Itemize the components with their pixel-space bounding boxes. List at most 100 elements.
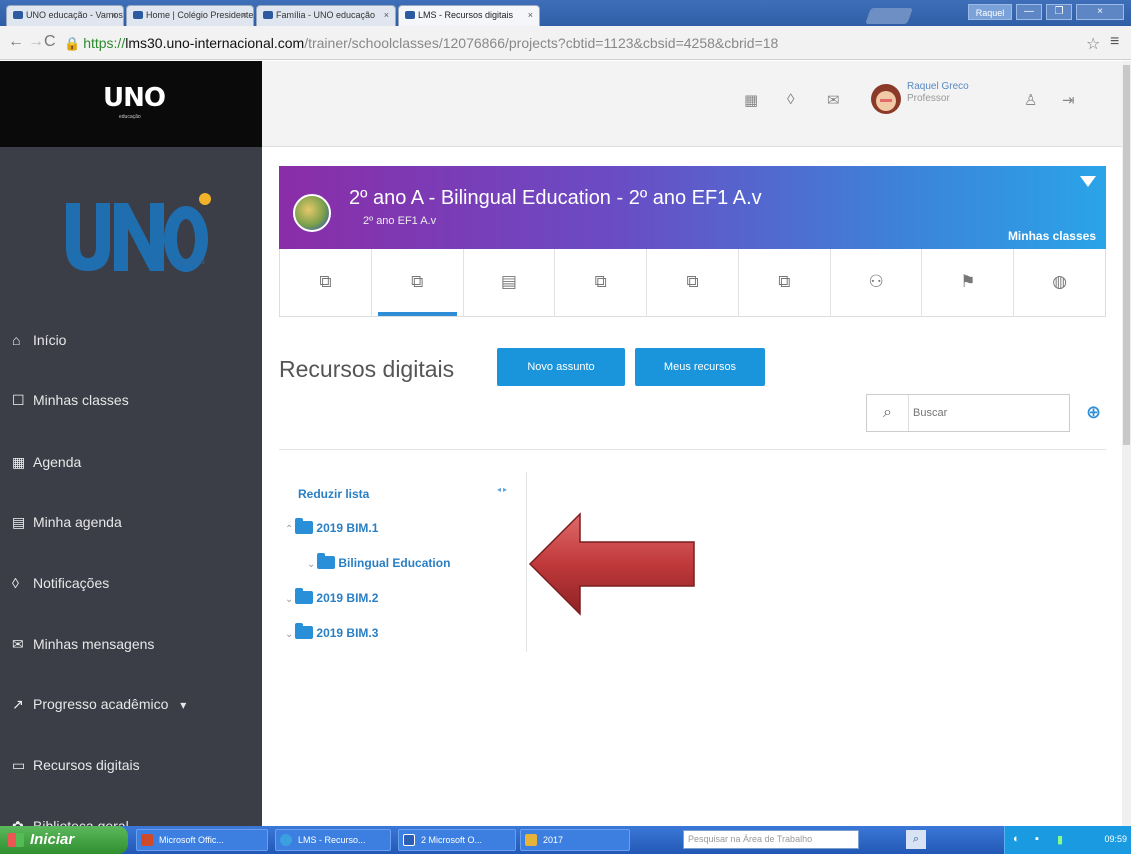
class-subtitle: 2º ano EF1 A.v [363, 215, 437, 227]
novo-assunto-button[interactable]: Novo assunto [497, 348, 625, 386]
system-tray: ◐ ▪ ▮ 09:59 [1004, 826, 1131, 854]
document-icon: ▤ [500, 272, 517, 291]
tab-close-icon[interactable]: × [384, 10, 389, 20]
tree-item-bilingual-education[interactable]: ⌄ Bilingual Education [307, 553, 451, 570]
uno-logo-subtext: educação [119, 114, 141, 120]
sidebar-item-biblioteca-geral[interactable]: ✿ Biblioteca geral [0, 796, 262, 826]
tab-chat-bubbles-alt[interactable]: ⧉ [372, 249, 464, 316]
start-button[interactable]: Iniciar [0, 826, 128, 854]
browser-tab[interactable]: Família - UNO educação × [256, 5, 396, 26]
browser-tab[interactable]: Home | Colégio Presidente × [126, 5, 254, 26]
sidebar-item-label: Minha agenda [33, 514, 122, 530]
tab-close-icon[interactable]: × [242, 10, 247, 20]
minimize-button[interactable]: — [1016, 4, 1042, 20]
clock[interactable]: 09:59 [1104, 834, 1127, 844]
desktop-search-input[interactable]: Pesquisar na Área de Trabalho [683, 830, 859, 849]
sidebar-item-minhas-mensagens[interactable]: ✉ Minhas mensagens [0, 614, 262, 674]
tree-item-2019-bim1[interactable]: ⌃ 2019 BIM.1 [285, 518, 378, 535]
browser-tab[interactable]: UNO educação - Vamos jun × [6, 5, 124, 26]
taskbar-button-lms[interactable]: LMS - Recurso... [275, 829, 391, 851]
caret-down-icon[interactable] [1080, 176, 1096, 187]
sidebar-item-notificacoes[interactable]: ◊ Notificações [0, 553, 262, 613]
presentation-icon: ⚑ [960, 272, 976, 291]
resource-tree: Reduzir lista ◂▸ ⌃ 2019 BIM.1 ⌄ Bilingual … [279, 472, 527, 652]
bell-icon: ◊ [12, 575, 19, 591]
address-bar: ← → C 🔒 https://lms30.uno-internacional.c… [0, 26, 1131, 60]
taskbar-button-word[interactable]: 2 Microsoft O... [398, 829, 516, 851]
browser-tab-label: UNO educação - Vamos jun [26, 10, 123, 20]
reload-icon[interactable]: C [44, 34, 56, 50]
reduzir-lista-link[interactable]: Reduzir lista [298, 487, 369, 501]
minhas-classes-link[interactable]: Minhas classes [1008, 229, 1096, 243]
bell-icon[interactable]: ◊ [787, 91, 794, 108]
tree-item-2019-bim3[interactable]: ⌄ 2019 BIM.3 [285, 623, 378, 640]
tree-item-label: Bilingual Education [338, 556, 451, 570]
meus-recursos-button[interactable]: Meus recursos [635, 348, 765, 386]
folder-icon [295, 518, 314, 534]
language-icon[interactable]: ◐ [1013, 833, 1020, 845]
user-name[interactable]: Raquel Greco [907, 81, 969, 92]
back-arrow-icon[interactable]: ← [8, 34, 24, 50]
caret-down-icon[interactable]: ⌄ [285, 594, 293, 605]
uno-logo[interactable]: UNO educação [0, 61, 262, 147]
taskbar-button-folder[interactable]: 2017 [520, 829, 630, 851]
caret-down-icon[interactable]: ⌄ [285, 629, 293, 640]
tab-chat-bubbles[interactable]: ⧉ [280, 249, 372, 316]
trend-icon: ↗ [12, 696, 24, 712]
browser-tab-label: LMS - Recursos digitais [418, 10, 514, 20]
calendar-icon[interactable]: ▦ [744, 91, 758, 109]
tab-presentation[interactable]: ⚑ [922, 249, 1015, 316]
close-window-button[interactable]: × [1076, 4, 1124, 20]
sidebar-item-progresso-academico[interactable]: ↗ Progresso acadêmico ▾ [0, 674, 262, 734]
browser-tab-active[interactable]: LMS - Recursos digitais × [398, 5, 540, 26]
tab-globe[interactable]: ◍ [1014, 249, 1105, 316]
globe-icon: ◍ [1052, 272, 1068, 291]
sitemap-icon[interactable]: ♙ [1024, 91, 1037, 109]
sidebar-item-label: Progresso acadêmico [33, 696, 169, 712]
tab-chat-person[interactable]: ⧉ [555, 249, 648, 316]
red-arrow-annotation [528, 512, 695, 616]
tab-chat-reply[interactable]: ⧉ [647, 249, 739, 316]
search-input[interactable] [913, 404, 1063, 422]
sidebar-item-recursos-digitais[interactable]: ▭ Recursos digitais [0, 735, 262, 795]
tab-close-icon[interactable]: × [112, 10, 117, 20]
signal-icon[interactable]: ▮ [1057, 833, 1063, 846]
browser-menu-icon[interactable]: ≡ [1110, 33, 1119, 51]
search-icon[interactable]: ⌕ [906, 830, 926, 849]
bookmark-star-icon[interactable]: ☆ [1086, 34, 1100, 54]
logout-icon[interactable]: ⇥ [1062, 91, 1075, 109]
browser-user-badge[interactable]: Raquel [968, 4, 1012, 20]
maximize-button[interactable]: ❐ [1046, 4, 1072, 20]
tab-document[interactable]: ▤ [464, 249, 556, 316]
url-field[interactable]: 🔒 https://lms30.uno-internacional.com/tra… [60, 30, 1080, 56]
page-scrollbar[interactable] [1122, 61, 1131, 826]
new-tab-button[interactable] [865, 8, 913, 24]
resize-arrows-icon[interactable]: ◂▸ [497, 485, 509, 494]
sidebar-item-agenda[interactable]: ▦ Agenda [0, 432, 262, 492]
tab-chat-grid[interactable]: ⧉ [739, 249, 831, 316]
network-icon[interactable]: ▪ [1035, 833, 1039, 845]
tab-users[interactable]: ⚇ [831, 249, 923, 316]
caret-down-icon[interactable]: ⌄ [307, 559, 315, 570]
sidebar-item-minhas-classes[interactable]: ☐ Minhas classes [0, 370, 262, 430]
chat-bubbles-icon: ⧉ [319, 272, 332, 291]
avatar[interactable] [870, 83, 902, 115]
tree-item-2019-bim2[interactable]: ⌄ 2019 BIM.2 [285, 588, 378, 605]
chat-icon: ☐ [12, 392, 25, 408]
forward-arrow-icon[interactable]: → [28, 34, 44, 50]
scrollbar-thumb[interactable] [1123, 65, 1130, 445]
search-submit-icon[interactable]: ⊕ [1086, 402, 1101, 423]
sidebar-item-label: Agenda [33, 454, 82, 470]
taskbar-button-label: 2017 [543, 835, 564, 845]
windows-taskbar: Iniciar Microsoft Offic... LMS - Recurso… [0, 826, 1131, 854]
taskbar-button-office[interactable]: Microsoft Offic... [136, 829, 268, 851]
mail-icon[interactable]: ✉ [827, 91, 840, 109]
word-icon [403, 834, 415, 846]
caret-up-icon[interactable]: ⌃ [285, 524, 293, 535]
tab-close-icon[interactable]: × [528, 10, 533, 20]
sidebar-item-minha-agenda[interactable]: ▤ Minha agenda [0, 492, 262, 552]
sidebar-item-inicio[interactable]: ⌂ Início [0, 310, 262, 370]
class-avatar [293, 194, 331, 232]
start-label: Iniciar [30, 831, 75, 848]
chat-person-icon: ⧉ [594, 272, 607, 291]
